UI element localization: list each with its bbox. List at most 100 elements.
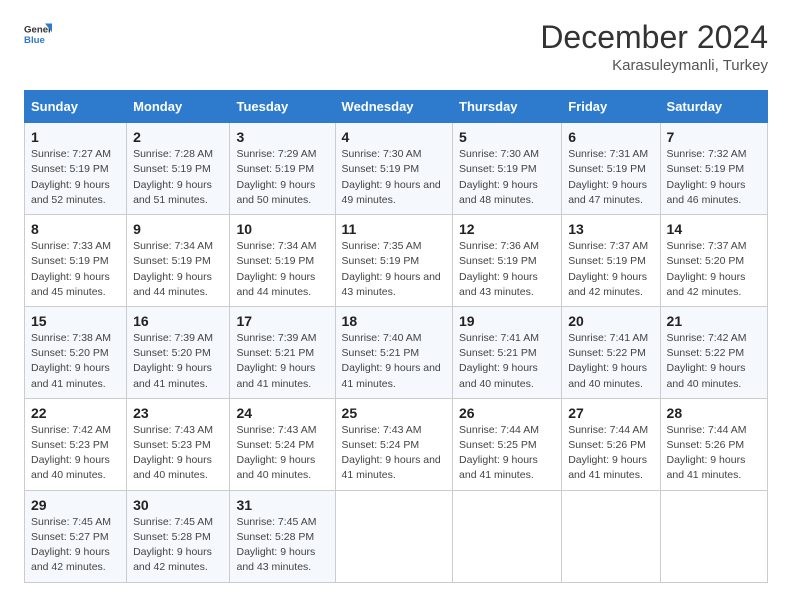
day-number: 26 — [459, 405, 555, 421]
header-monday: Monday — [127, 91, 230, 123]
day-info: Sunrise: 7:40 AMSunset: 5:21 PMDaylight:… — [342, 332, 441, 390]
day-number: 10 — [236, 221, 328, 237]
table-row: 24 Sunrise: 7:43 AMSunset: 5:24 PMDaylig… — [230, 398, 335, 490]
day-number: 15 — [31, 313, 120, 329]
day-number: 24 — [236, 405, 328, 421]
table-row: 29 Sunrise: 7:45 AMSunset: 5:27 PMDaylig… — [25, 490, 127, 582]
table-row — [660, 490, 767, 582]
calendar-week-3: 15 Sunrise: 7:38 AMSunset: 5:20 PMDaylig… — [25, 306, 768, 398]
table-row: 25 Sunrise: 7:43 AMSunset: 5:24 PMDaylig… — [335, 398, 452, 490]
day-number: 17 — [236, 313, 328, 329]
day-info: Sunrise: 7:45 AMSunset: 5:28 PMDaylight:… — [236, 516, 316, 574]
table-row: 1 Sunrise: 7:27 AMSunset: 5:19 PMDayligh… — [25, 123, 127, 215]
calendar-week-5: 29 Sunrise: 7:45 AMSunset: 5:27 PMDaylig… — [25, 490, 768, 582]
logo: General Blue — [24, 20, 52, 48]
table-row: 10 Sunrise: 7:34 AMSunset: 5:19 PMDaylig… — [230, 215, 335, 307]
day-info: Sunrise: 7:43 AMSunset: 5:24 PMDaylight:… — [342, 424, 441, 482]
table-row: 17 Sunrise: 7:39 AMSunset: 5:21 PMDaylig… — [230, 306, 335, 398]
day-info: Sunrise: 7:27 AMSunset: 5:19 PMDaylight:… — [31, 148, 111, 206]
day-number: 6 — [568, 129, 653, 145]
day-number: 19 — [459, 313, 555, 329]
day-info: Sunrise: 7:37 AMSunset: 5:19 PMDaylight:… — [568, 240, 648, 298]
table-row: 12 Sunrise: 7:36 AMSunset: 5:19 PMDaylig… — [453, 215, 562, 307]
table-row: 22 Sunrise: 7:42 AMSunset: 5:23 PMDaylig… — [25, 398, 127, 490]
table-row: 18 Sunrise: 7:40 AMSunset: 5:21 PMDaylig… — [335, 306, 452, 398]
day-info: Sunrise: 7:33 AMSunset: 5:19 PMDaylight:… — [31, 240, 111, 298]
table-row: 31 Sunrise: 7:45 AMSunset: 5:28 PMDaylig… — [230, 490, 335, 582]
day-info: Sunrise: 7:34 AMSunset: 5:19 PMDaylight:… — [133, 240, 213, 298]
day-number: 28 — [667, 405, 761, 421]
day-info: Sunrise: 7:35 AMSunset: 5:19 PMDaylight:… — [342, 240, 441, 298]
day-number: 25 — [342, 405, 446, 421]
day-number: 12 — [459, 221, 555, 237]
table-row — [335, 490, 452, 582]
table-row: 6 Sunrise: 7:31 AMSunset: 5:19 PMDayligh… — [562, 123, 660, 215]
day-info: Sunrise: 7:41 AMSunset: 5:22 PMDaylight:… — [568, 332, 648, 390]
day-number: 5 — [459, 129, 555, 145]
day-number: 21 — [667, 313, 761, 329]
header-row: Sunday Monday Tuesday Wednesday Thursday… — [25, 91, 768, 123]
day-number: 3 — [236, 129, 328, 145]
table-row: 8 Sunrise: 7:33 AMSunset: 5:19 PMDayligh… — [25, 215, 127, 307]
table-row: 15 Sunrise: 7:38 AMSunset: 5:20 PMDaylig… — [25, 306, 127, 398]
table-row: 30 Sunrise: 7:45 AMSunset: 5:28 PMDaylig… — [127, 490, 230, 582]
table-row: 2 Sunrise: 7:28 AMSunset: 5:19 PMDayligh… — [127, 123, 230, 215]
day-info: Sunrise: 7:38 AMSunset: 5:20 PMDaylight:… — [31, 332, 111, 390]
day-number: 18 — [342, 313, 446, 329]
table-row: 14 Sunrise: 7:37 AMSunset: 5:20 PMDaylig… — [660, 215, 767, 307]
day-info: Sunrise: 7:39 AMSunset: 5:20 PMDaylight:… — [133, 332, 213, 390]
table-row: 20 Sunrise: 7:41 AMSunset: 5:22 PMDaylig… — [562, 306, 660, 398]
page-header: General Blue December 2024 Karasuleymanl… — [24, 20, 768, 74]
table-row: 4 Sunrise: 7:30 AMSunset: 5:19 PMDayligh… — [335, 123, 452, 215]
table-row: 27 Sunrise: 7:44 AMSunset: 5:26 PMDaylig… — [562, 398, 660, 490]
day-info: Sunrise: 7:43 AMSunset: 5:24 PMDaylight:… — [236, 424, 316, 482]
day-number: 29 — [31, 497, 120, 513]
table-row: 16 Sunrise: 7:39 AMSunset: 5:20 PMDaylig… — [127, 306, 230, 398]
table-row: 23 Sunrise: 7:43 AMSunset: 5:23 PMDaylig… — [127, 398, 230, 490]
day-number: 13 — [568, 221, 653, 237]
day-number: 20 — [568, 313, 653, 329]
table-row: 3 Sunrise: 7:29 AMSunset: 5:19 PMDayligh… — [230, 123, 335, 215]
day-number: 8 — [31, 221, 120, 237]
table-row — [562, 490, 660, 582]
day-number: 22 — [31, 405, 120, 421]
day-info: Sunrise: 7:37 AMSunset: 5:20 PMDaylight:… — [667, 240, 747, 298]
table-row — [453, 490, 562, 582]
day-number: 30 — [133, 497, 223, 513]
table-row: 13 Sunrise: 7:37 AMSunset: 5:19 PMDaylig… — [562, 215, 660, 307]
header-saturday: Saturday — [660, 91, 767, 123]
day-info: Sunrise: 7:42 AMSunset: 5:22 PMDaylight:… — [667, 332, 747, 390]
day-info: Sunrise: 7:43 AMSunset: 5:23 PMDaylight:… — [133, 424, 213, 482]
day-info: Sunrise: 7:36 AMSunset: 5:19 PMDaylight:… — [459, 240, 539, 298]
day-info: Sunrise: 7:41 AMSunset: 5:21 PMDaylight:… — [459, 332, 539, 390]
day-info: Sunrise: 7:45 AMSunset: 5:28 PMDaylight:… — [133, 516, 213, 574]
day-info: Sunrise: 7:32 AMSunset: 5:19 PMDaylight:… — [667, 148, 747, 206]
header-friday: Friday — [562, 91, 660, 123]
day-number: 7 — [667, 129, 761, 145]
day-info: Sunrise: 7:30 AMSunset: 5:19 PMDaylight:… — [342, 148, 441, 206]
title-area: December 2024 Karasuleymanli, Turkey — [540, 20, 768, 74]
table-row: 7 Sunrise: 7:32 AMSunset: 5:19 PMDayligh… — [660, 123, 767, 215]
day-number: 16 — [133, 313, 223, 329]
day-number: 1 — [31, 129, 120, 145]
table-row: 11 Sunrise: 7:35 AMSunset: 5:19 PMDaylig… — [335, 215, 452, 307]
day-number: 9 — [133, 221, 223, 237]
table-row: 9 Sunrise: 7:34 AMSunset: 5:19 PMDayligh… — [127, 215, 230, 307]
table-row: 19 Sunrise: 7:41 AMSunset: 5:21 PMDaylig… — [453, 306, 562, 398]
day-number: 23 — [133, 405, 223, 421]
day-number: 2 — [133, 129, 223, 145]
day-info: Sunrise: 7:30 AMSunset: 5:19 PMDaylight:… — [459, 148, 539, 206]
header-tuesday: Tuesday — [230, 91, 335, 123]
day-info: Sunrise: 7:44 AMSunset: 5:26 PMDaylight:… — [667, 424, 747, 482]
day-info: Sunrise: 7:31 AMSunset: 5:19 PMDaylight:… — [568, 148, 648, 206]
calendar-week-1: 1 Sunrise: 7:27 AMSunset: 5:19 PMDayligh… — [25, 123, 768, 215]
header-sunday: Sunday — [25, 91, 127, 123]
table-row: 28 Sunrise: 7:44 AMSunset: 5:26 PMDaylig… — [660, 398, 767, 490]
table-row: 26 Sunrise: 7:44 AMSunset: 5:25 PMDaylig… — [453, 398, 562, 490]
day-info: Sunrise: 7:44 AMSunset: 5:26 PMDaylight:… — [568, 424, 648, 482]
day-info: Sunrise: 7:34 AMSunset: 5:19 PMDaylight:… — [236, 240, 316, 298]
day-number: 11 — [342, 221, 446, 237]
day-info: Sunrise: 7:44 AMSunset: 5:25 PMDaylight:… — [459, 424, 539, 482]
table-row: 21 Sunrise: 7:42 AMSunset: 5:22 PMDaylig… — [660, 306, 767, 398]
day-info: Sunrise: 7:39 AMSunset: 5:21 PMDaylight:… — [236, 332, 316, 390]
